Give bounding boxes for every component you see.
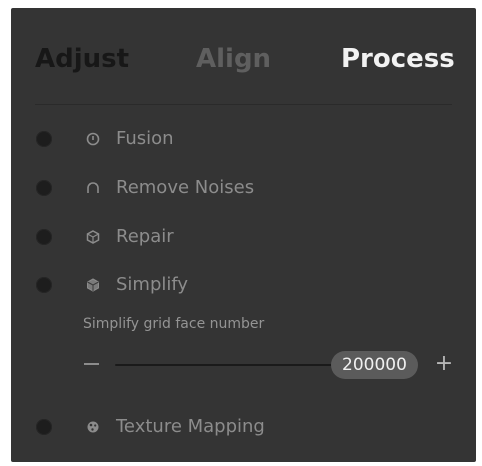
tab-adjust[interactable]: Adjust [35, 44, 129, 74]
remove-noises-radio[interactable] [36, 180, 52, 196]
repair-icon [84, 228, 101, 245]
repair-radio[interactable] [36, 229, 52, 245]
option-fusion[interactable]: Fusion [11, 122, 476, 156]
texture-mapping-label: Texture Mapping [116, 416, 265, 437]
fusion-icon [84, 130, 101, 147]
simplify-label: Simplify [116, 274, 189, 295]
remove-noises-label: Remove Noises [116, 177, 255, 198]
process-panel: Adjust Align Process Fusion Remove Noise… [11, 8, 476, 462]
simplify-radio[interactable] [36, 277, 52, 293]
option-texture-mapping[interactable]: Texture Mapping [11, 410, 476, 444]
texture-mapping-icon [84, 418, 101, 435]
decrease-button[interactable] [84, 363, 99, 365]
simplify-icon [84, 276, 101, 293]
option-simplify[interactable]: Simplify [11, 268, 476, 302]
repair-label: Repair [116, 226, 174, 247]
remove-noises-icon [84, 179, 101, 196]
face-number-slider[interactable] [115, 364, 345, 366]
fusion-radio[interactable] [36, 131, 52, 147]
face-number-value[interactable]: 200000 [331, 351, 418, 379]
option-repair[interactable]: Repair [11, 220, 476, 254]
tab-align[interactable]: Align [196, 44, 271, 74]
tab-bar: Adjust Align Process [11, 8, 476, 103]
tab-divider [35, 104, 452, 105]
texture-mapping-radio[interactable] [36, 419, 52, 435]
simplify-grid-face-label: Simplify grid face number [83, 316, 265, 332]
fusion-label: Fusion [116, 128, 174, 149]
increase-button[interactable]: + [434, 352, 454, 376]
option-remove-noises[interactable]: Remove Noises [11, 171, 476, 205]
tab-process[interactable]: Process [341, 44, 455, 74]
